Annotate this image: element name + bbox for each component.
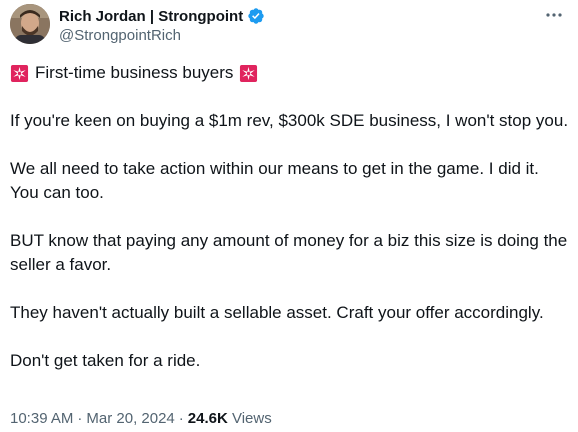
meta-separator: ·	[178, 410, 184, 427]
tweet-paragraph: BUT know that paying any amount of money…	[10, 231, 568, 274]
more-dots-icon	[546, 13, 562, 17]
tweet-header: Rich Jordan | Strongpoint @StrongpointRi…	[10, 4, 570, 48]
verified-badge-icon[interactable]	[247, 7, 265, 25]
avatar-image	[10, 4, 50, 44]
meta-separator: ·	[77, 410, 83, 427]
views-label: Views	[231, 410, 272, 427]
author-display-name[interactable]: Rich Jordan | Strongpoint	[59, 8, 243, 25]
tweet: Rich Jordan | Strongpoint @StrongpointRi…	[0, 0, 578, 432]
tweet-paragraph: Don't get taken for a ride.	[10, 351, 201, 370]
author-info: Rich Jordan | Strongpoint @StrongpointRi…	[59, 6, 265, 47]
avatar[interactable]	[10, 4, 50, 44]
author-name-row[interactable]: Rich Jordan | Strongpoint	[59, 6, 265, 26]
tweet-headline: First-time business buyers	[35, 63, 234, 82]
tweet-text: First-time business buyers If you're kee…	[10, 61, 570, 397]
views-link[interactable]: 24.6K Views	[188, 410, 272, 427]
author-handle[interactable]: @StrongpointRich	[59, 27, 265, 47]
more-options-button[interactable]	[540, 4, 568, 26]
tweet-meta: 10:39 AM · Mar 20, 2024 · 24.6K Views	[10, 410, 272, 427]
tweet-paragraph: They haven't actually built a sellable a…	[10, 303, 544, 322]
tweet-paragraph: We all need to take action within our me…	[10, 159, 539, 202]
tweet-paragraph: If you're keen on buying a $1m rev, $300…	[10, 111, 569, 130]
tweet-headline-row: First-time business buyers	[10, 61, 570, 85]
tweet-time[interactable]: 10:39 AM	[10, 410, 73, 427]
siren-emoji-icon	[10, 64, 29, 82]
tweet-date[interactable]: Mar 20, 2024	[86, 410, 174, 427]
siren-emoji-icon	[240, 64, 258, 82]
views-count: 24.6K	[187, 410, 228, 427]
